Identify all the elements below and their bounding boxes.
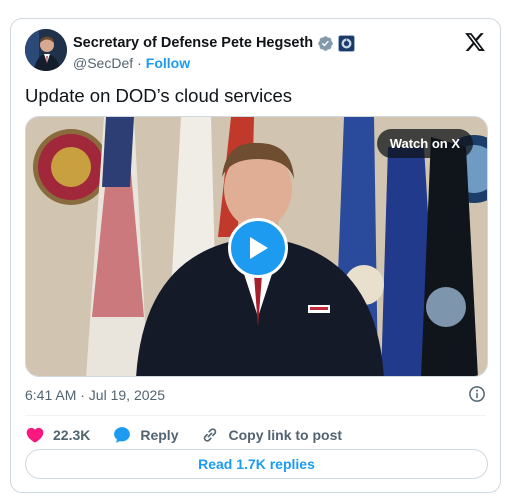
dot-separator: · <box>137 55 142 71</box>
video-player[interactable]: Watch on X <box>25 116 488 377</box>
divider <box>25 415 486 416</box>
tweet-text: Update on DOD’s cloud services <box>25 85 293 106</box>
reply-button[interactable]: Reply <box>112 425 178 445</box>
action-bar: 22.3K Reply Copy link to post <box>25 423 342 447</box>
like-count: 22.3K <box>53 427 91 443</box>
tweet-card: Secretary of Defense Pete Hegseth @SecDe… <box>10 18 501 493</box>
avatar[interactable] <box>25 29 67 71</box>
info-icon[interactable] <box>468 385 486 403</box>
copy-link-label: Copy link to post <box>228 427 343 443</box>
reply-label: Reply <box>140 427 179 443</box>
follow-button[interactable]: Follow <box>146 55 190 71</box>
play-button[interactable] <box>228 218 288 278</box>
handle[interactable]: @SecDef <box>73 55 133 71</box>
like-button[interactable]: 22.3K <box>25 425 90 445</box>
display-name[interactable]: Secretary of Defense Pete Hegseth <box>73 35 313 51</box>
link-icon <box>204 428 217 442</box>
watch-on-x-button[interactable]: Watch on X <box>376 129 473 158</box>
heart-icon <box>26 427 44 443</box>
government-affiliation-icon[interactable] <box>338 34 356 52</box>
play-icon <box>250 237 268 259</box>
read-replies-button[interactable]: Read 1.7K replies <box>25 449 488 479</box>
tweet-timestamp[interactable]: 6:41 AM · Jul 19, 2025 <box>25 387 165 403</box>
copy-link-button[interactable]: Copy link to post <box>200 425 342 445</box>
x-logo-icon[interactable] <box>464 31 486 53</box>
handle-row: @SecDef · Follow <box>73 55 190 71</box>
reply-bubble-icon <box>114 427 131 443</box>
verified-badge-icon[interactable] <box>317 35 334 52</box>
author-name-row: Secretary of Defense Pete Hegseth <box>73 33 356 53</box>
